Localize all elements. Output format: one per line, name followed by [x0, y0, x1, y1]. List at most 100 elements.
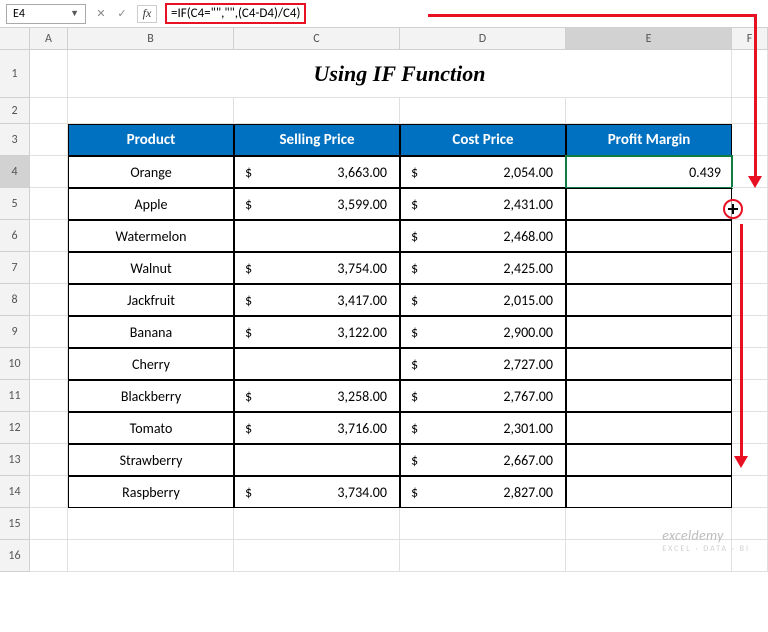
product-cell[interactable]: Orange	[68, 156, 234, 188]
cell-blank[interactable]	[30, 508, 68, 540]
cost-price-cell[interactable]: $2,301.00	[400, 412, 566, 444]
cell-blank[interactable]	[732, 252, 768, 284]
cell-blank[interactable]	[30, 50, 68, 98]
select-all-corner[interactable]	[0, 28, 30, 50]
product-cell[interactable]: Cherry	[68, 348, 234, 380]
cost-price-cell[interactable]: $2,667.00	[400, 444, 566, 476]
selling-price-cell[interactable]: $3,599.00	[234, 188, 400, 220]
cell-blank[interactable]	[732, 412, 768, 444]
profit-margin-cell[interactable]	[566, 188, 732, 220]
cell-blank[interactable]	[234, 508, 400, 540]
profit-margin-cell[interactable]	[566, 348, 732, 380]
cell-blank[interactable]	[732, 316, 768, 348]
cell-blank[interactable]	[30, 98, 68, 124]
profit-margin-cell[interactable]	[566, 380, 732, 412]
cell-blank[interactable]	[30, 156, 68, 188]
row-header[interactable]: 15	[0, 508, 30, 540]
row-header[interactable]: 3	[0, 124, 30, 156]
column-header[interactable]: E	[566, 28, 732, 50]
column-header[interactable]: B	[68, 28, 234, 50]
cost-price-cell[interactable]: $2,015.00	[400, 284, 566, 316]
cell-blank[interactable]	[68, 98, 234, 124]
cell-blank[interactable]	[30, 476, 68, 508]
selling-price-cell[interactable]	[234, 444, 400, 476]
insert-function-button[interactable]: fx	[137, 5, 157, 23]
column-header[interactable]: A	[30, 28, 68, 50]
cost-price-cell[interactable]: $2,827.00	[400, 476, 566, 508]
product-cell[interactable]: Jackfruit	[68, 284, 234, 316]
profit-margin-cell[interactable]	[566, 284, 732, 316]
product-cell[interactable]: Tomato	[68, 412, 234, 444]
row-header[interactable]: 13	[0, 444, 30, 476]
row-header[interactable]: 11	[0, 380, 30, 412]
row-header[interactable]: 9	[0, 316, 30, 348]
cell-blank[interactable]	[30, 316, 68, 348]
cell-blank[interactable]	[30, 284, 68, 316]
cancel-button[interactable]: ✕	[92, 5, 110, 23]
row-header[interactable]: 7	[0, 252, 30, 284]
cell-blank[interactable]	[400, 508, 566, 540]
cell-blank[interactable]	[68, 540, 234, 572]
profit-margin-cell[interactable]: 0.439	[566, 156, 732, 188]
cost-price-cell[interactable]: $2,468.00	[400, 220, 566, 252]
selling-price-cell[interactable]	[234, 220, 400, 252]
cell-blank[interactable]	[30, 444, 68, 476]
product-cell[interactable]: Raspberry	[68, 476, 234, 508]
cost-price-cell[interactable]: $2,727.00	[400, 348, 566, 380]
selling-price-cell[interactable]: $3,716.00	[234, 412, 400, 444]
name-box[interactable]: E4 ▼	[6, 4, 86, 24]
chevron-down-icon[interactable]: ▼	[70, 8, 79, 19]
row-header[interactable]: 14	[0, 476, 30, 508]
cell-blank[interactable]	[234, 540, 400, 572]
column-header[interactable]: D	[400, 28, 566, 50]
row-header[interactable]: 5	[0, 188, 30, 220]
cell-blank[interactable]	[30, 348, 68, 380]
cell-blank[interactable]	[30, 124, 68, 156]
profit-margin-cell[interactable]	[566, 220, 732, 252]
cell-blank[interactable]	[400, 98, 566, 124]
selling-price-cell[interactable]: $3,122.00	[234, 316, 400, 348]
cost-price-cell[interactable]: $2,767.00	[400, 380, 566, 412]
row-header[interactable]: 2	[0, 98, 30, 124]
cell-blank[interactable]	[30, 412, 68, 444]
row-header[interactable]: 6	[0, 220, 30, 252]
row-header[interactable]: 4	[0, 156, 30, 188]
column-header[interactable]: C	[234, 28, 400, 50]
cell-blank[interactable]	[732, 380, 768, 412]
cell-blank[interactable]	[732, 50, 768, 98]
cell-blank[interactable]	[30, 252, 68, 284]
cell-blank[interactable]	[30, 380, 68, 412]
product-cell[interactable]: Walnut	[68, 252, 234, 284]
cell-blank[interactable]	[30, 540, 68, 572]
cost-price-cell[interactable]: $2,900.00	[400, 316, 566, 348]
selling-price-cell[interactable]: $3,258.00	[234, 380, 400, 412]
profit-margin-cell[interactable]	[566, 444, 732, 476]
cost-price-cell[interactable]: $2,425.00	[400, 252, 566, 284]
selling-price-cell[interactable]: $3,663.00	[234, 156, 400, 188]
row-header[interactable]: 10	[0, 348, 30, 380]
cell-blank[interactable]	[68, 508, 234, 540]
column-header[interactable]: F	[732, 28, 768, 50]
profit-margin-cell[interactable]	[566, 412, 732, 444]
selling-price-cell[interactable]: $3,754.00	[234, 252, 400, 284]
selling-price-cell[interactable]: $3,734.00	[234, 476, 400, 508]
product-cell[interactable]: Strawberry	[68, 444, 234, 476]
row-header[interactable]: 1	[0, 50, 30, 98]
cell-blank[interactable]	[732, 476, 768, 508]
profit-margin-cell[interactable]	[566, 316, 732, 348]
cost-price-cell[interactable]: $2,431.00	[400, 188, 566, 220]
product-cell[interactable]: Watermelon	[68, 220, 234, 252]
profit-margin-cell[interactable]	[566, 476, 732, 508]
selling-price-cell[interactable]: $3,417.00	[234, 284, 400, 316]
cell-blank[interactable]	[732, 284, 768, 316]
cell-blank[interactable]	[30, 188, 68, 220]
product-cell[interactable]: Apple	[68, 188, 234, 220]
cell-blank[interactable]	[400, 540, 566, 572]
product-cell[interactable]: Blackberry	[68, 380, 234, 412]
cell-blank[interactable]	[732, 348, 768, 380]
cell-blank[interactable]	[732, 220, 768, 252]
cell-blank[interactable]	[234, 98, 400, 124]
row-header[interactable]: 12	[0, 412, 30, 444]
selling-price-cell[interactable]	[234, 348, 400, 380]
row-header[interactable]: 16	[0, 540, 30, 572]
